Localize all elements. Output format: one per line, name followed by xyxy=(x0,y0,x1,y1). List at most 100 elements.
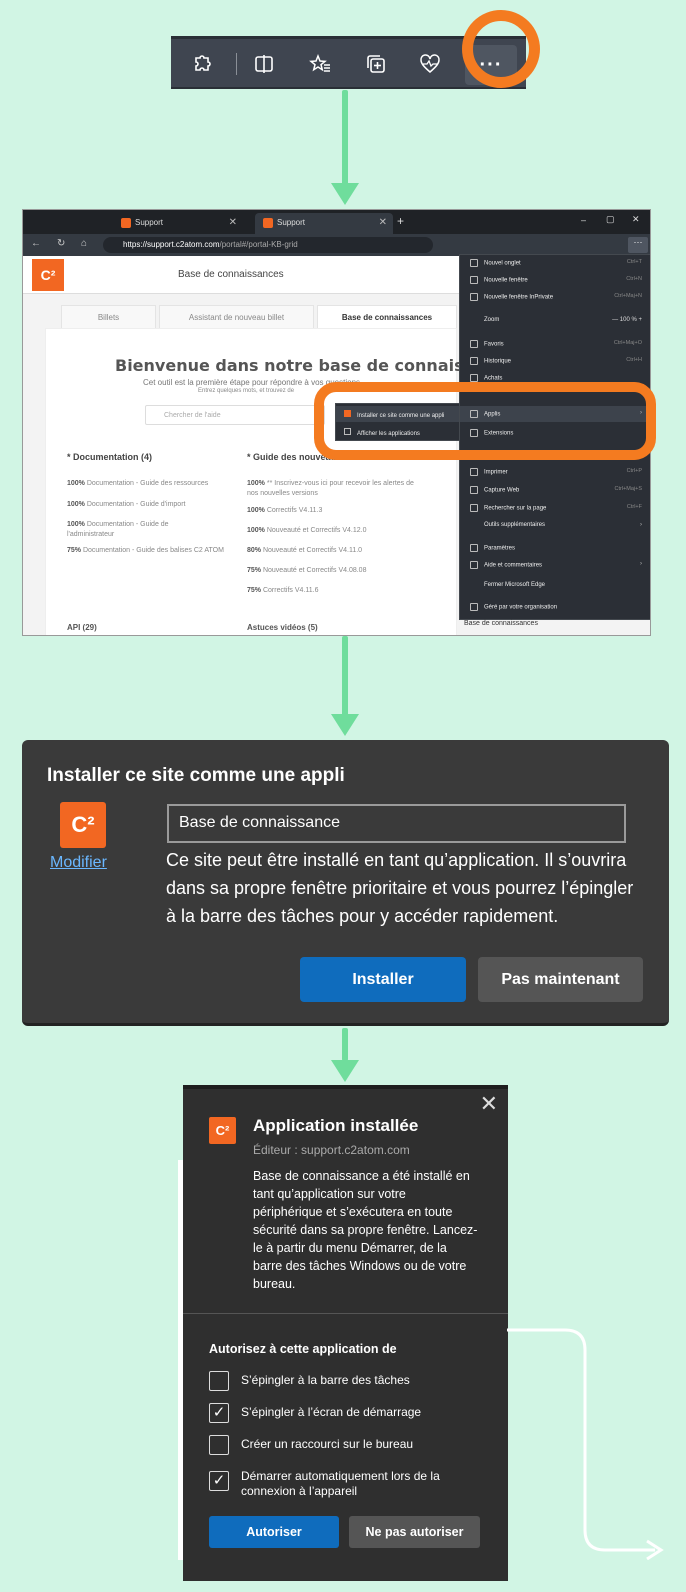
extensions-icon[interactable] xyxy=(187,50,217,78)
list-item[interactable]: 100% Nouveauté et Correctifs V4.12.0 xyxy=(247,526,427,536)
menu-item-inprivate[interactable]: Nouvelle fenêtre InPrivate Ctrl+Maj+N xyxy=(470,293,642,305)
install-button[interactable]: Installer xyxy=(300,957,466,1002)
new-tab-button[interactable]: + xyxy=(397,214,404,228)
menu-item-help[interactable]: Aide et commentaires › xyxy=(470,561,642,573)
list-item[interactable]: 100% ** Inscrivez-vous ici pour recevoir… xyxy=(247,479,427,499)
list-item[interactable]: 75% Documentation - Guide des balises C2… xyxy=(67,546,237,556)
flow-arrow-line xyxy=(342,90,348,185)
divider xyxy=(183,1313,508,1314)
flow-arrow-head xyxy=(331,183,359,205)
list-item[interactable]: 100% Documentation - Guide d'import xyxy=(67,500,237,510)
checkbox-checked[interactable]: ✓ xyxy=(209,1471,229,1491)
menu-item-settings[interactable]: Paramètres xyxy=(470,544,642,556)
app-icon: C² xyxy=(60,802,106,848)
app-installed-popup: ✕ C² Application installée Éditeur : sup… xyxy=(183,1085,508,1581)
checkbox[interactable] xyxy=(209,1371,229,1391)
briefcase-icon xyxy=(470,603,478,611)
menu-item-find[interactable]: Rechercher sur la page Ctrl+F xyxy=(470,504,642,516)
connector-arrow xyxy=(507,1328,664,1560)
printer-icon xyxy=(470,468,478,476)
install-app-dialog: Installer ce site comme une appli C² Mod… xyxy=(22,740,669,1026)
list-item[interactable]: 80% Nouveauté et Correctifs V4.11.0 xyxy=(247,546,427,556)
deny-button[interactable]: Ne pas autoriser xyxy=(349,1516,480,1548)
more-menu-button-small[interactable]: ··· xyxy=(628,237,648,253)
popup-top-border xyxy=(183,1085,508,1089)
flow-arrow-line xyxy=(342,636,348,716)
highlight-rounded-rect xyxy=(314,382,656,460)
close-icon[interactable]: ✕ xyxy=(480,1091,498,1117)
site-favicon xyxy=(263,218,273,228)
close-icon[interactable]: ✕ xyxy=(379,217,387,228)
flow-arrow-head xyxy=(331,1060,359,1082)
modify-icon-link[interactable]: Modifier xyxy=(50,854,107,872)
history-icon xyxy=(470,357,478,365)
menu-item-close-edge[interactable]: Fermer Microsoft Edge xyxy=(470,582,642,594)
list-item[interactable]: 100% Documentation - Guide de l'administ… xyxy=(67,520,197,540)
documentation-title: * Documentation (4) xyxy=(67,452,153,462)
menu-item-web-capture[interactable]: Capture Web Ctrl+Maj+S xyxy=(470,486,642,498)
list-item[interactable]: 100% Correctifs V4.11.3 xyxy=(247,506,427,516)
maximize-button[interactable]: ▢ xyxy=(606,214,615,225)
refresh-icon[interactable]: ↻ xyxy=(57,238,65,249)
tab-base-connaissances[interactable]: Base de connaissances xyxy=(317,305,457,329)
menu-item-favorites[interactable]: Favoris Ctrl+Maj+O xyxy=(470,340,642,352)
tab-assistant[interactable]: Assistant de nouveau billet xyxy=(159,305,314,329)
menu-item-managed[interactable]: Géré par votre organisation xyxy=(470,603,642,615)
url-field[interactable]: https://support.c2atom.com/portal#/porta… xyxy=(103,237,433,253)
favorites-icon[interactable] xyxy=(305,50,335,78)
install-description: Ce site peut être installé en tant qu’ap… xyxy=(166,850,634,926)
url-path: /portal#/portal-KB-grid xyxy=(219,240,298,249)
tab-label: Support xyxy=(277,218,306,227)
list-item[interactable]: 75% Nouveauté et Correctifs V4.08.08 xyxy=(247,566,427,576)
capture-icon xyxy=(470,486,478,494)
installed-description: Base de connaissance a été installé en t… xyxy=(253,1169,478,1291)
tag-icon xyxy=(470,374,478,382)
menu-item-history[interactable]: Historique Ctrl+H xyxy=(470,357,642,369)
find-icon xyxy=(470,504,478,512)
menu-item-new-window[interactable]: Nouvelle fenêtre Ctrl+N xyxy=(470,276,642,288)
site-header-title: Base de connaissances xyxy=(178,269,284,280)
help-icon xyxy=(470,561,478,569)
videos-section-title[interactable]: Astuces vidéos (5) xyxy=(247,623,318,632)
welcome-subtitle-2: Entrez quelques mots, et trouvez de xyxy=(198,388,295,394)
home-icon[interactable]: ⌂ xyxy=(81,238,87,249)
url-host: https://support.c2atom.com xyxy=(123,240,220,249)
collections-icon[interactable] xyxy=(361,50,391,78)
close-icon[interactable]: ✕ xyxy=(229,217,237,228)
tab-label: Support xyxy=(135,218,164,227)
split-screen-icon[interactable] xyxy=(249,50,279,78)
not-now-button[interactable]: Pas maintenant xyxy=(478,957,643,1002)
tab-billets[interactable]: Billets xyxy=(61,305,156,329)
site-logo[interactable]: C² xyxy=(32,259,64,291)
popup-title: Application installée xyxy=(253,1116,419,1135)
back-icon[interactable]: ← xyxy=(31,238,41,249)
checkbox-checked[interactable]: ✓ xyxy=(209,1403,229,1423)
toolbar-separator xyxy=(236,53,237,75)
close-window-button[interactable]: ✕ xyxy=(632,214,640,225)
minimize-button[interactable]: – xyxy=(581,215,586,225)
kb-link[interactable]: Base de connaissances xyxy=(464,620,538,627)
list-item[interactable]: 100% Documentation - Guide des ressource… xyxy=(67,479,237,489)
app-icon: C² xyxy=(209,1117,236,1144)
tab-icon xyxy=(470,259,478,267)
permission-label: Démarrer automatiquement lors de la conn… xyxy=(241,1469,440,1498)
permission-label: S’épingler à l’écran de démarrage xyxy=(241,1405,422,1419)
api-section-title[interactable]: API (29) xyxy=(67,623,97,632)
app-name-input[interactable]: Base de connaissance xyxy=(167,804,626,843)
menu-item-zoom[interactable]: Zoom — 100 % + xyxy=(470,317,642,329)
menu-item-new-tab[interactable]: Nouvel onglet Ctrl+T xyxy=(470,259,642,271)
browser-tab[interactable]: Support ✕ xyxy=(113,213,243,234)
highlight-circle xyxy=(462,10,540,88)
browser-tab-active[interactable]: Support ✕ xyxy=(255,213,393,234)
menu-item-print[interactable]: Imprimer Ctrl+P xyxy=(470,468,642,480)
menu-item-more-tools[interactable]: Outils supplémentaires › xyxy=(470,522,642,534)
permission-label: S’épingler à la barre des tâches xyxy=(241,1373,410,1387)
checkbox[interactable] xyxy=(209,1435,229,1455)
list-item[interactable]: 75% Correctifs V4.11.6 xyxy=(247,586,427,596)
kb-search-input[interactable]: Chercher de l'aide xyxy=(145,405,325,425)
allow-button[interactable]: Autoriser xyxy=(209,1516,339,1548)
gear-icon xyxy=(470,544,478,552)
permissions-title: Autorisez à cette application de xyxy=(209,1342,397,1356)
performance-icon[interactable] xyxy=(415,50,445,78)
address-bar-row: ← ↻ ⌂ https://support.c2atom.com/portal#… xyxy=(23,234,650,256)
